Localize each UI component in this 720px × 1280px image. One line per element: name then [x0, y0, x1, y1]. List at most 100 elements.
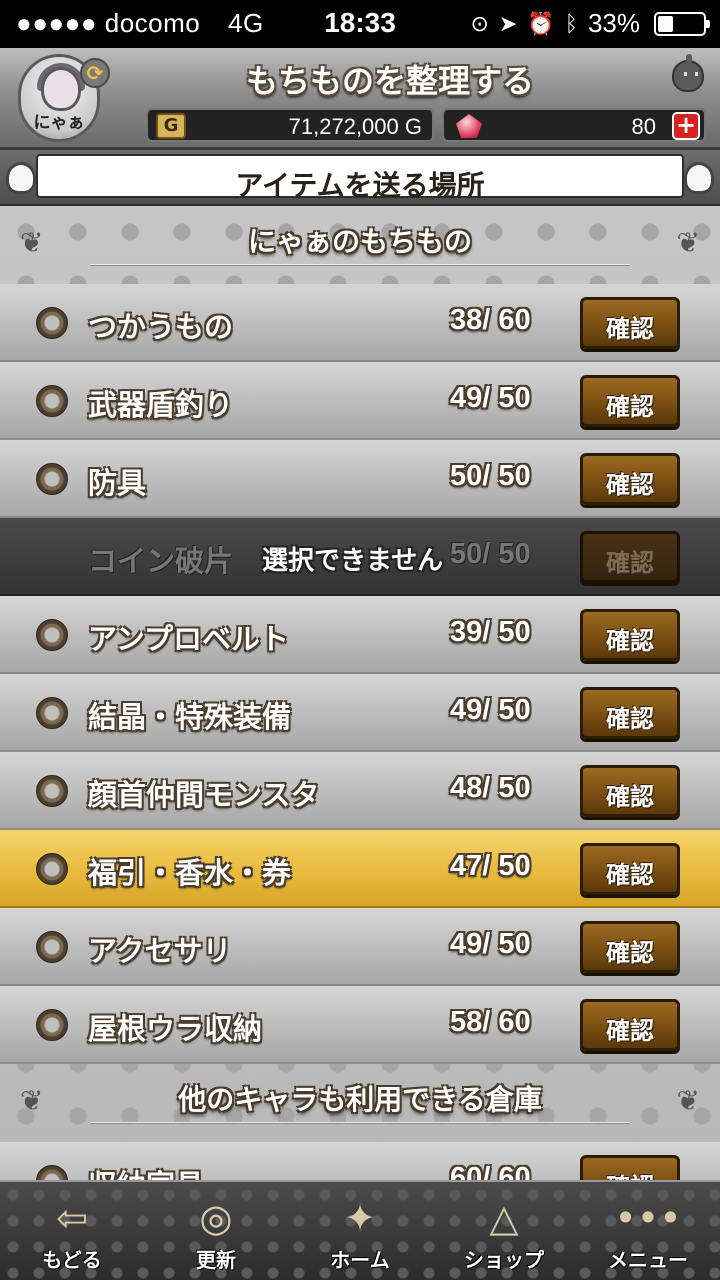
radio-button[interactable]	[36, 1009, 68, 1041]
radio-button[interactable]	[36, 307, 68, 339]
confirm-button-label: 確認	[606, 783, 654, 811]
radio-button[interactable]	[36, 775, 68, 807]
slime-shop-icon: △	[489, 1196, 519, 1240]
confirm-button[interactable]: 確認	[580, 1155, 680, 1180]
section-title: にゃぁのもちもの	[247, 225, 472, 258]
gem-amount: 80	[631, 114, 656, 139]
section-title: 他のキャラも利用できる倉庫	[178, 1083, 542, 1116]
orientation-lock-icon: ⊙	[470, 10, 489, 36]
confirm-button[interactable]: 確認	[580, 999, 680, 1051]
item-bag-row[interactable]: つかうもの 38/ 60 確認	[0, 284, 720, 362]
confirm-button[interactable]: 確認	[580, 687, 680, 739]
confirm-button-label: 確認	[606, 315, 654, 343]
send-location-bar: アイテムを送る場所	[0, 150, 720, 206]
tab-back[interactable]: ⇦ もどる	[0, 1182, 144, 1280]
confirm-button[interactable]: 確認	[580, 609, 680, 661]
unavailable-note: 選択できません	[262, 546, 444, 576]
item-bag-list[interactable]: ❦ にゃぁのもちもの ❦ つかうもの 38/ 60 確認 武器盾釣り 49/ 50 確認防…	[0, 206, 720, 1180]
item-bag-row[interactable]: 福引・香水・券 47/ 50 確認	[0, 830, 720, 908]
bag-name: 福引・香水・券	[88, 856, 292, 890]
item-bag-row[interactable]: アクセサリ 49/ 50 確認	[0, 908, 720, 986]
item-bag-row[interactable]: 結晶・特殊装備 49/ 50 確認	[0, 674, 720, 752]
item-bag-row[interactable]: 収納家具 60/ 60 確認	[0, 1142, 720, 1180]
bag-name: 結晶・特殊装備	[88, 700, 292, 734]
bag-count: 49/ 50	[450, 928, 531, 960]
tab-refresh[interactable]: ◎ 更新	[144, 1182, 288, 1280]
bag-count: 58/ 60	[450, 1006, 531, 1038]
confirm-button-label: 確認	[606, 549, 654, 577]
confirm-button-label: 確認	[606, 1017, 654, 1045]
item-bag-row[interactable]: アンプロベルト 39/ 50 確認	[0, 596, 720, 674]
tab-label: メニュー	[608, 1248, 688, 1272]
gold-display: G 71,272,000 G	[146, 108, 434, 142]
battery-fill	[658, 15, 673, 32]
bag-count: 39/ 50	[450, 616, 531, 648]
confirm-button[interactable]: 確認	[580, 921, 680, 973]
radio-button[interactable]	[36, 385, 68, 417]
location-icon: ➤	[498, 10, 518, 36]
swap-character-icon[interactable]: ⟳	[80, 58, 110, 88]
confirm-button[interactable]: 確認	[580, 453, 680, 505]
send-location-label: アイテムを送る場所	[235, 169, 485, 202]
tab-label: もどる	[42, 1248, 102, 1272]
bag-name: アクセサリ	[88, 934, 232, 968]
radio-button[interactable]	[36, 463, 68, 495]
bag-count: 47/ 50	[450, 850, 531, 882]
radio-button[interactable]	[36, 931, 68, 963]
slime-icon-left	[6, 162, 36, 194]
confirm-button[interactable]: 確認	[580, 843, 680, 895]
add-gems-button[interactable]: +	[672, 112, 700, 140]
tab-home[interactable]: ✦ ホーム	[288, 1182, 432, 1280]
confirm-button-label: 確認	[583, 1167, 677, 1180]
slime-body	[672, 54, 704, 92]
confirm-button[interactable]: 確認	[580, 297, 680, 349]
ornament-right-icon: ❦	[676, 1084, 700, 1117]
confirm-button-label: 確認	[606, 627, 654, 655]
bag-count: 49/ 50	[450, 694, 531, 726]
bag-count: 49/ 50	[450, 382, 531, 414]
confirm-button-label: 確認	[606, 393, 654, 421]
bag-name: つかうもの	[88, 310, 234, 344]
item-bag-row[interactable]: 武器盾釣り 49/ 50 確認	[0, 362, 720, 440]
confirm-button[interactable]: 確認	[580, 765, 680, 817]
slime-icon[interactable]	[666, 54, 710, 96]
confirm-button-label: 確認	[606, 705, 654, 733]
bag-count: 50/ 50	[450, 460, 531, 492]
bottom-tab-bar: ⇦ もどる ◎ 更新 ✦ ホーム △ ショップ ••• メニュー	[0, 1180, 720, 1280]
tab-shop[interactable]: △ ショップ	[432, 1182, 576, 1280]
slime-eyes	[684, 72, 698, 76]
bluetooth-icon: ᛒ	[564, 10, 578, 36]
avatar-name: にゃぁ	[33, 113, 85, 133]
header: にゃぁ ⟳ もちものを整理する G 71,272,000 G 80 +	[0, 48, 720, 150]
confirm-button-label: 確認	[606, 471, 654, 499]
gem-display: 80 +	[442, 108, 706, 142]
confirm-button-label: 確認	[606, 939, 654, 967]
dragon-home-icon: ✦	[344, 1196, 376, 1240]
bag-name: コイン破片	[88, 544, 234, 578]
back-arrow-icon: ⇦	[56, 1196, 88, 1240]
section-divider	[90, 264, 630, 266]
confirm-button[interactable]: 確認	[580, 375, 680, 427]
tab-menu[interactable]: ••• メニュー	[576, 1182, 720, 1280]
send-location-panel: アイテムを送る場所	[36, 154, 684, 202]
radio-button[interactable]	[36, 853, 68, 885]
ornament-right-icon: ❦	[676, 226, 700, 259]
tab-label: ショップ	[464, 1248, 544, 1272]
bag-name: アンプロベルト	[88, 622, 289, 656]
radio-button[interactable]	[36, 1165, 68, 1180]
bag-count: 38/ 60	[450, 304, 531, 336]
bag-count: 60/ 60	[450, 1162, 531, 1180]
radio-button[interactable]	[36, 697, 68, 729]
bag-name: 屋根ウラ収納	[88, 1012, 263, 1046]
avatar-face	[41, 67, 81, 111]
item-bag-row: コイン破片 選択できません 50/ 50 確認	[0, 518, 720, 596]
item-bag-row[interactable]: 屋根ウラ収納 58/ 60 確認	[0, 986, 720, 1064]
tab-label: 更新	[196, 1248, 236, 1272]
page-title: もちものを整理する	[245, 62, 534, 100]
bag-name: 武器盾釣り	[88, 388, 234, 422]
item-bag-row[interactable]: 顔首仲間モンスタ 48/ 50 確認	[0, 752, 720, 830]
gold-amount: 71,272,000 G	[288, 114, 422, 139]
battery-icon	[654, 11, 710, 36]
item-bag-row[interactable]: 防具 50/ 50 確認	[0, 440, 720, 518]
radio-button[interactable]	[36, 619, 68, 651]
